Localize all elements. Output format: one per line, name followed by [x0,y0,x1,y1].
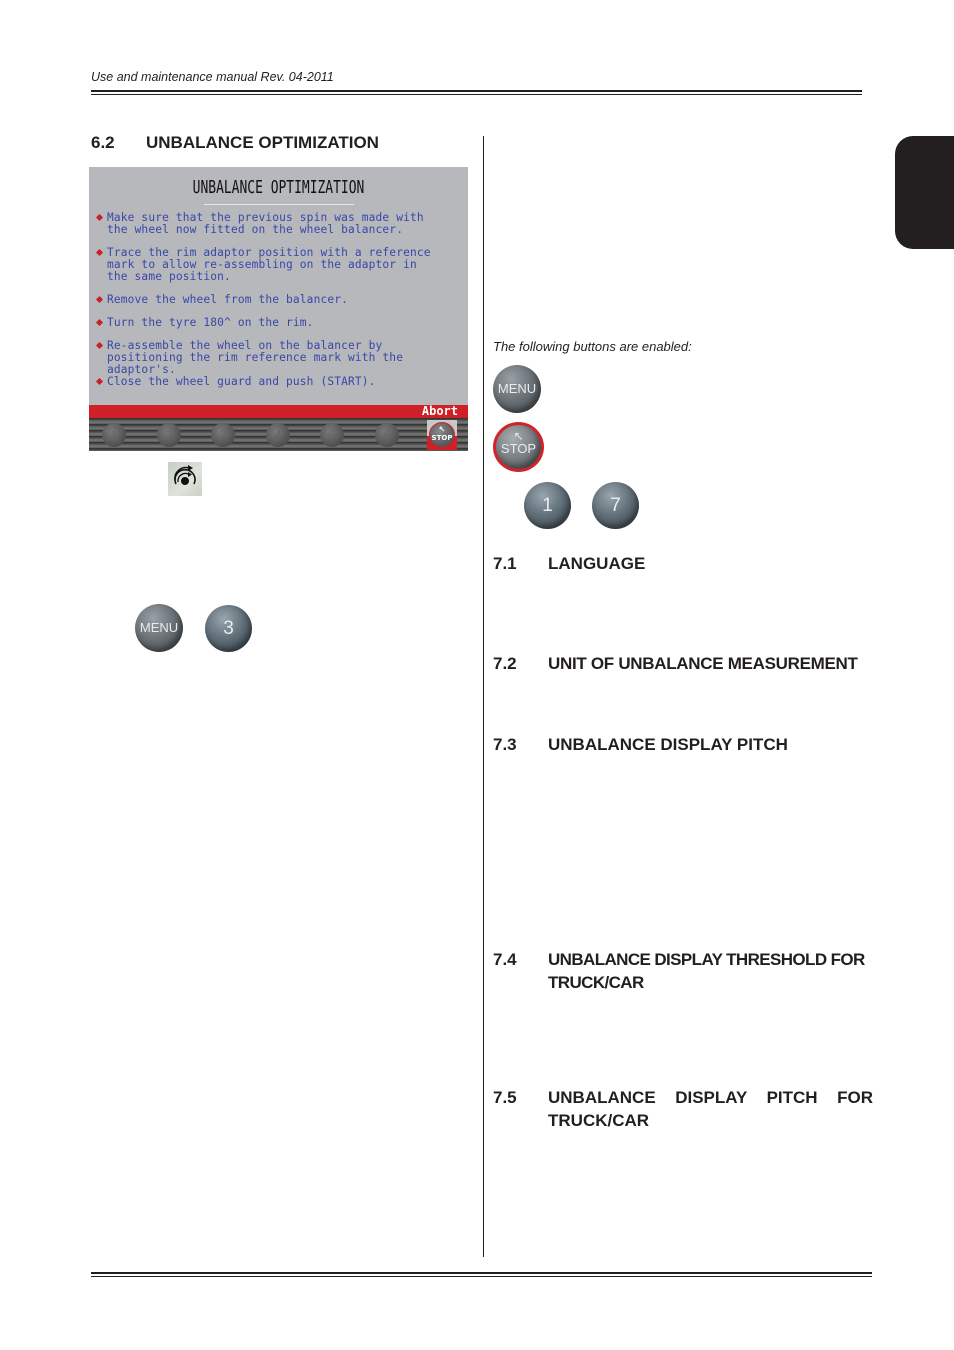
instruction-item: Re-assemble the wheel on the balancer by… [95,340,467,376]
instruction-item: Remove the wheel from the balancer. [95,294,467,306]
menu-button[interactable]: MENU [493,365,541,413]
instruction-item: Close the wheel guard and push (START). [95,376,467,388]
menu-button[interactable]: MENU [135,604,183,652]
section-title-display-pitch: UNBALANCE DISPLAY PITCH [548,735,788,754]
key-1-button[interactable]: 1 [524,482,571,529]
bullet-icon [95,318,104,327]
section-title-language: LANGUAGE [548,554,646,573]
function-key-6[interactable]: 6 [375,423,399,447]
column-divider [483,136,484,1257]
section-number: 6.2 [91,133,115,152]
section-number: 7.1 [493,554,517,573]
section-title: UNBALANCE OPTIMIZATION [146,133,379,152]
instruction-item: Make sure that the previous spin was mad… [95,212,467,236]
section-title-pitch-truck-car: UNBALANCE DISPLAY PITCH FOR TRUCK/CAR [548,1088,873,1130]
instruction-list: Make sure that the previous spin was mad… [95,212,467,388]
abort-label: Abort [421,404,458,418]
balancer-screen-unbalance-optimization: UNBALANCE OPTIMIZATION Make sure that th… [89,167,468,451]
bullet-icon [95,295,104,304]
footer-rule [91,1272,872,1274]
instruction-item: Turn the tyre 180^ on the rim. [95,317,467,329]
header-rule [91,90,862,92]
key-7-button[interactable]: 7 [592,482,639,529]
stop-key-frame: ↖ STOP [427,420,457,450]
section-number: 7.5 [493,1088,517,1107]
function-key-1[interactable]: 1 [102,423,126,447]
bullet-icon [95,248,104,257]
bullet-icon [95,341,104,350]
screen-title-underline [204,204,354,205]
arrow-up-left-icon: ↖ [438,425,446,434]
running-header: Use and maintenance manual Rev. 04-2011 [91,70,334,84]
stop-button[interactable]: ↖ STOP [493,422,544,472]
section-number: 7.3 [493,735,517,754]
chapter-thumb-tab [895,136,954,249]
bullet-icon [95,213,104,222]
spin-rotation-icon [168,462,202,496]
function-key-2[interactable]: 2 [157,423,181,447]
function-key-5[interactable]: 5 [320,423,344,447]
function-key-3[interactable]: 3 [211,423,235,447]
stop-key[interactable]: ↖ STOP [429,422,455,448]
screen-title: UNBALANCE OPTIMIZATION [192,177,365,198]
spin-rotation-icon-graphic [174,465,196,485]
header-rule-thin [91,94,862,95]
function-key-bar: 1 2 3 4 5 6 ↖ STOP [89,418,468,451]
instruction-item: Trace the rim adaptor position with a re… [95,247,467,283]
key-3-button[interactable]: 3 [205,605,252,652]
enabled-buttons-caption: The following buttons are enabled: [493,339,692,354]
function-key-4[interactable]: 4 [266,423,290,447]
footer-rule-thin [91,1276,872,1277]
section-number: 7.4 [493,950,517,969]
section-title-threshold-truck-car: UNBALANCE DISPLAY THRESHOLD FOR TRUCK/CA… [548,950,865,992]
status-bar [89,405,468,418]
section-number: 7.2 [493,654,517,673]
bullet-icon [95,377,104,386]
section-title-unit-of-measurement: UNIT OF UNBALANCE MEASUREMENT [548,654,858,673]
